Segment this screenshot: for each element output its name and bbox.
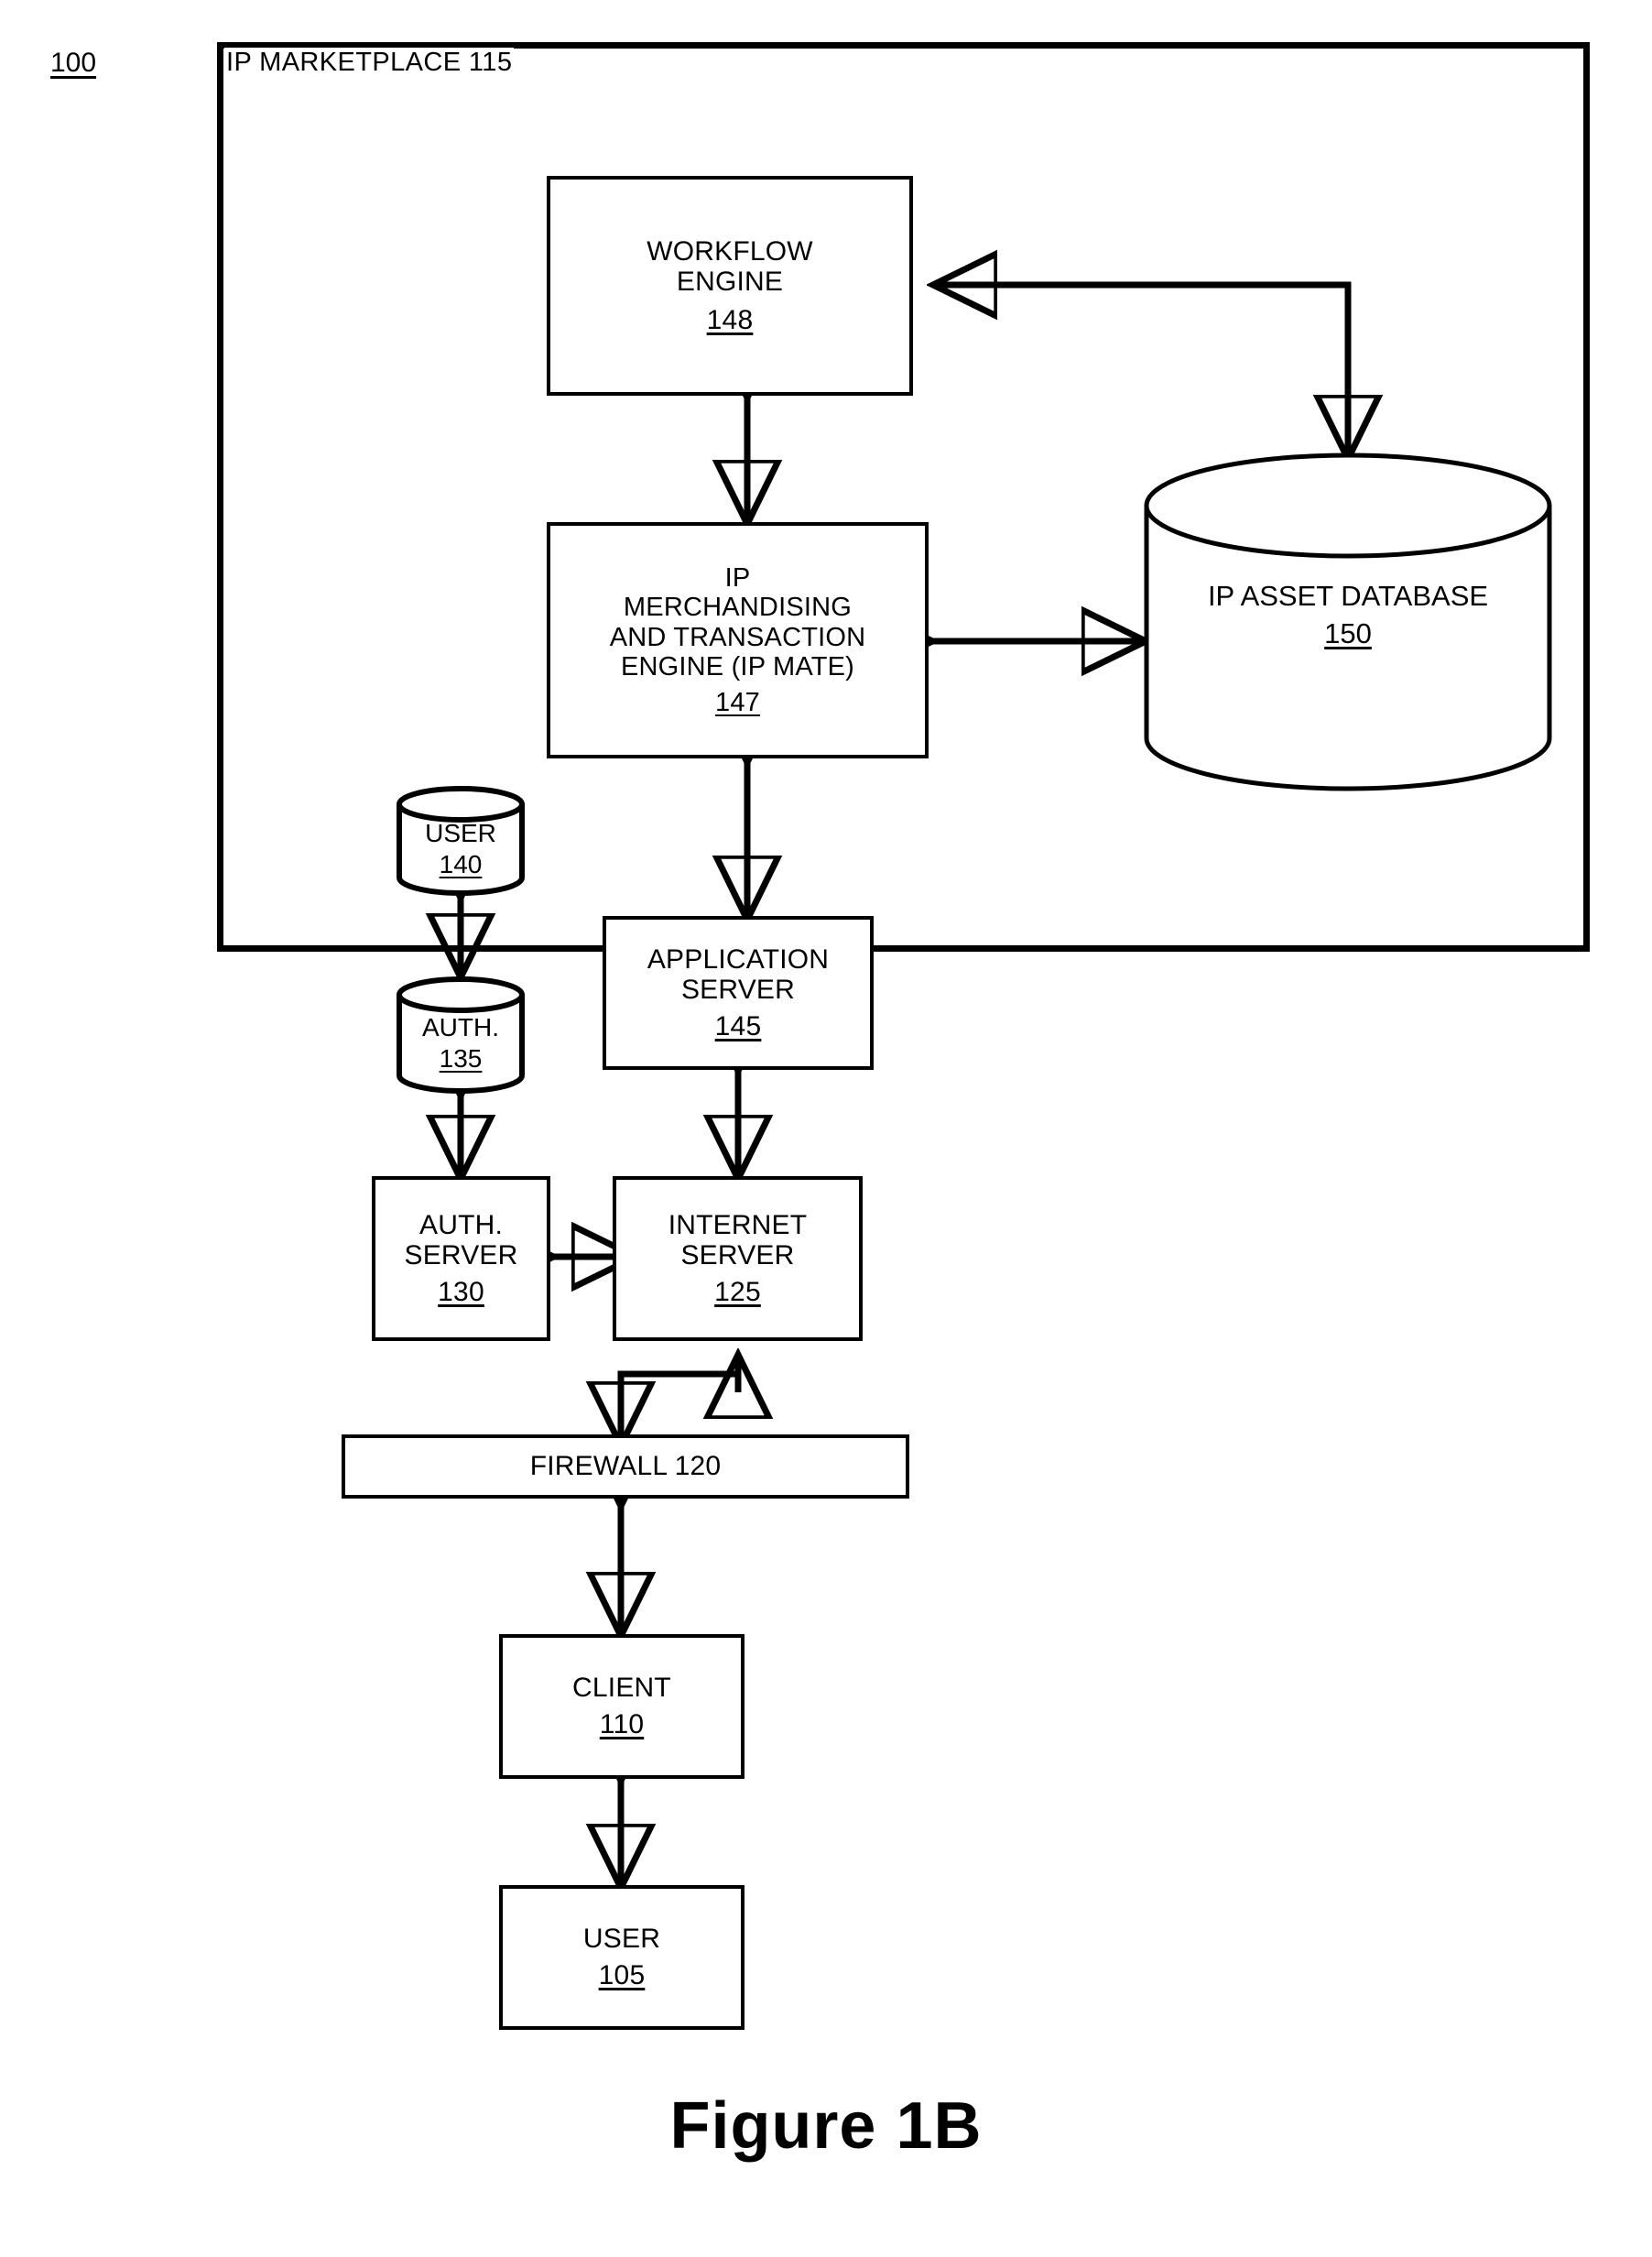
- figure-reference-numeral: 100: [50, 48, 97, 78]
- auth-db-ref: 135: [439, 1044, 483, 1073]
- figure-caption: Figure 1B: [669, 2089, 983, 2163]
- user-title: USER: [582, 1924, 661, 1955]
- ip-mate-ref: 147: [715, 687, 760, 717]
- ip-asset-database-title: IP ASSET DATABASE: [1207, 579, 1489, 612]
- wire-internet-server-to-firewall: [621, 1365, 742, 1442]
- node-ip-merchandising-transaction-engine: IP MERCHANDISING AND TRANSACTION ENGINE …: [547, 522, 929, 758]
- ip-mate-title: IP MERCHANDISING AND TRANSACTION ENGINE …: [609, 562, 866, 682]
- application-server-title: APPLICATION SERVER: [647, 943, 830, 1006]
- node-client: CLIENT 110: [499, 1634, 744, 1779]
- user-db-ref: 140: [439, 850, 483, 878]
- node-auth-database: AUTH. 135: [396, 976, 526, 1096]
- workflow-engine-ref: 148: [706, 304, 754, 335]
- patent-figure-page: 100 IP MARKETPLACE 115 WORKFLOW ENGINE 1…: [0, 0, 1652, 2257]
- auth-server-title: AUTH. SERVER: [404, 1209, 518, 1271]
- ip-marketplace-label: IP MARKETPLACE 115: [224, 48, 515, 78]
- node-user-database: USER 140: [396, 786, 526, 898]
- firewall-label: FIREWALL 120: [529, 1451, 722, 1482]
- node-user: USER 105: [499, 1885, 744, 2030]
- user-db-text: USER 140: [396, 815, 526, 883]
- internet-server-title: INTERNET SERVER: [668, 1209, 808, 1271]
- internet-server-ref: 125: [714, 1276, 761, 1307]
- user-db-title: USER: [425, 819, 496, 848]
- auth-db-text: AUTH. 135: [396, 1008, 526, 1079]
- client-title: CLIENT: [572, 1673, 671, 1704]
- ip-asset-database-text: IP ASSET DATABASE 150: [1144, 564, 1552, 665]
- node-ip-asset-database: IP ASSET DATABASE 150: [1144, 452, 1552, 791]
- client-ref: 110: [599, 1709, 645, 1739]
- auth-db-title: AUTH.: [422, 1013, 499, 1042]
- user-ref: 105: [598, 1960, 646, 1990]
- node-firewall: FIREWALL 120: [342, 1434, 909, 1499]
- application-server-ref: 145: [714, 1010, 762, 1041]
- node-internet-server: INTERNET SERVER 125: [613, 1176, 863, 1341]
- ip-asset-database-ref: 150: [1324, 617, 1372, 649]
- workflow-engine-title: WORKFLOW ENGINE: [647, 235, 813, 298]
- node-workflow-engine: WORKFLOW ENGINE 148: [547, 176, 913, 396]
- node-auth-server: AUTH. SERVER 130: [372, 1176, 550, 1341]
- auth-server-ref: 130: [438, 1276, 484, 1307]
- node-application-server: APPLICATION SERVER 145: [603, 916, 874, 1070]
